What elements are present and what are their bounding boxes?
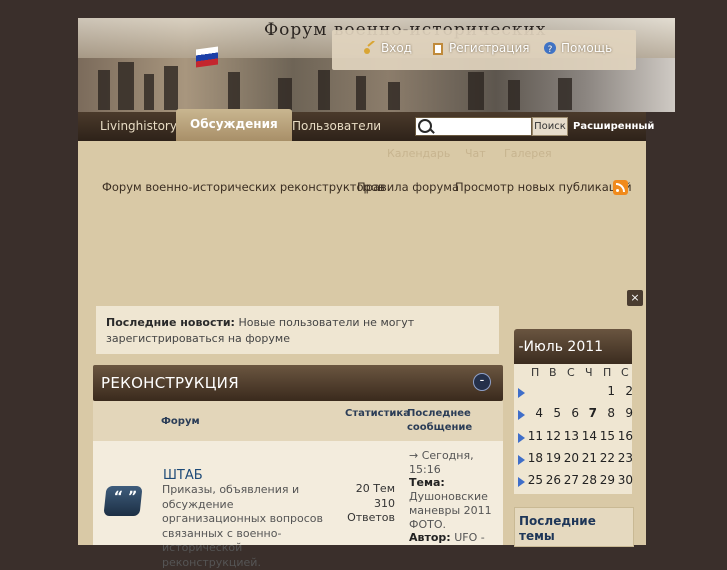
- svg-text:?: ?: [548, 45, 553, 55]
- calendar-month[interactable]: -Июль 2011: [514, 329, 632, 364]
- week-arrow-icon[interactable]: [518, 433, 525, 443]
- last-post-author[interactable]: UFO -: [454, 531, 485, 544]
- tab-livinghistory[interactable]: Livinghistory: [100, 112, 177, 141]
- advanced-search-link[interactable]: Расширенный: [573, 121, 654, 132]
- latest-topics-box: Последние темы: [514, 507, 634, 547]
- calendar-day[interactable]: 1: [599, 384, 615, 398]
- calendar-day[interactable]: 4: [527, 406, 543, 420]
- user-bar: Вход Регистрация ? Помощь: [332, 30, 636, 70]
- calendar-weekday: Ч: [585, 366, 593, 379]
- calendar-weekday: П: [531, 366, 540, 379]
- calendar-day[interactable]: 20: [563, 451, 579, 465]
- table-header: Форум Статистика Последнее сообщение: [93, 401, 503, 441]
- subnav-chat[interactable]: Чат: [465, 147, 486, 160]
- calendar-day[interactable]: 23: [617, 451, 633, 465]
- calendar-day[interactable]: 9: [617, 406, 633, 420]
- calendar-day[interactable]: 21: [581, 451, 597, 465]
- calendar-day[interactable]: 2: [617, 384, 633, 398]
- tab-users[interactable]: Пользователи: [292, 112, 381, 141]
- week-arrow-icon[interactable]: [518, 410, 525, 420]
- clipboard-icon: [433, 43, 443, 55]
- calendar-day[interactable]: 28: [581, 473, 597, 487]
- last-post-time[interactable]: → Сегодня, 15:16: [409, 449, 497, 476]
- rss-icon[interactable]: [613, 180, 628, 195]
- topic-label: Тема:: [409, 476, 445, 490]
- news-label: Последние новости:: [106, 316, 235, 329]
- calendar-day[interactable]: 8: [599, 406, 615, 420]
- table-row: ШТАБ Приказы, объявления и обсуждение ор…: [93, 441, 503, 569]
- calendar-day[interactable]: 11: [527, 429, 543, 443]
- help-icon: ?: [544, 42, 556, 55]
- calendar-day[interactable]: 30: [617, 473, 633, 487]
- calendar-day[interactable]: 27: [563, 473, 579, 487]
- forum-stats: 20 Тем 310 Ответов: [333, 482, 395, 526]
- calendar-day[interactable]: 15: [599, 429, 615, 443]
- calendar-day[interactable]: 12: [545, 429, 561, 443]
- calendar-day[interactable]: 13: [563, 429, 579, 443]
- forum-rules-link[interactable]: Правила форума: [357, 180, 459, 194]
- topics-count: 20 Тем: [355, 482, 395, 495]
- close-icon[interactable]: ×: [627, 290, 643, 306]
- calendar-day[interactable]: 18: [527, 451, 543, 465]
- column-forum: Форум: [161, 416, 200, 427]
- calendar-day[interactable]: 22: [599, 451, 615, 465]
- search-input[interactable]: [415, 117, 532, 136]
- search-icon: [418, 119, 432, 133]
- calendar-day[interactable]: 19: [545, 451, 561, 465]
- calendar-day[interactable]: 5: [545, 406, 561, 420]
- calendar-day[interactable]: 29: [599, 473, 615, 487]
- register-link[interactable]: Регистрация: [431, 41, 529, 55]
- calendar-day[interactable]: 25: [527, 473, 543, 487]
- column-last-post: Последнее сообщение: [407, 408, 473, 433]
- collapse-toggle[interactable]: -: [473, 373, 491, 391]
- last-post: → Сегодня, 15:16 Тема: Душоновские манев…: [409, 449, 497, 545]
- calendar-weekday: П: [603, 366, 612, 379]
- calendar-day[interactable]: 26: [545, 473, 561, 487]
- login-link[interactable]: Вход: [363, 41, 412, 55]
- forum-description: Приказы, объявления и обсуждение организ…: [162, 483, 323, 569]
- subnav-gallery[interactable]: Галерея: [504, 147, 552, 160]
- calendar-weekday: С: [567, 366, 575, 379]
- calendar-day[interactable]: 14: [581, 429, 597, 443]
- posts-count: 310 Ответов: [347, 496, 395, 525]
- calendar-weekday: С: [621, 366, 629, 379]
- category-header: РЕКОНСТРУКЦИЯ -: [93, 365, 503, 401]
- calendar-weekday: В: [549, 366, 557, 379]
- subnav-calendar[interactable]: Календарь: [387, 147, 450, 160]
- week-arrow-icon[interactable]: [518, 477, 525, 487]
- help-link[interactable]: ? Помощь: [543, 41, 612, 55]
- week-arrow-icon[interactable]: [518, 388, 525, 398]
- forum-title-link[interactable]: ШТАБ: [163, 468, 203, 483]
- key-icon: [364, 41, 375, 54]
- calendar-day[interactable]: 6: [563, 406, 579, 420]
- search-button[interactable]: Поиск: [532, 117, 568, 136]
- author-label: Автор:: [409, 531, 451, 545]
- week-arrow-icon[interactable]: [518, 455, 525, 465]
- calendar-day[interactable]: 7: [581, 406, 597, 420]
- new-posts-link[interactable]: Просмотр новых публикаций: [455, 180, 632, 194]
- column-stats: Статистика: [345, 408, 410, 419]
- calendar-day[interactable]: 16: [617, 429, 633, 443]
- news-box: Последние новости: Новые пользователи не…: [96, 306, 499, 354]
- forum-icon: [103, 486, 143, 516]
- last-post-topic[interactable]: Душоновские маневры 2011 ФОТО.: [409, 490, 497, 531]
- category-title[interactable]: РЕКОНСТРУКЦИЯ: [101, 374, 239, 392]
- breadcrumb-home[interactable]: Форум военно-исторических реконструкторо…: [102, 180, 385, 194]
- latest-topics-title[interactable]: Последние темы: [519, 514, 633, 544]
- flag-image: [196, 46, 218, 68]
- tab-discussions[interactable]: Обсуждения: [176, 109, 292, 141]
